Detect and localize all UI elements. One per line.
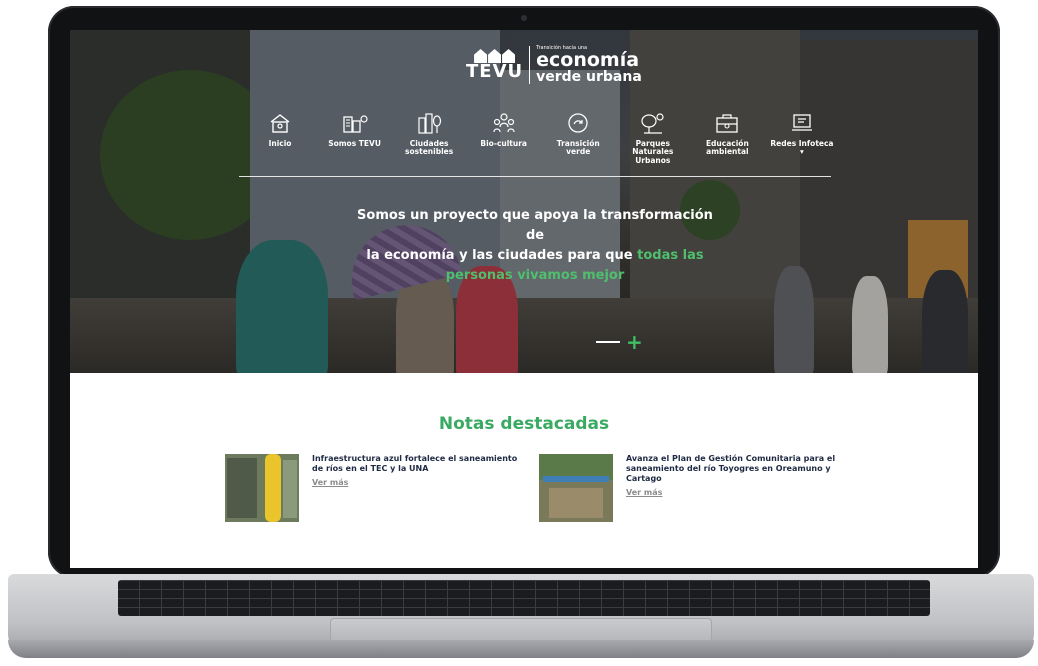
logo-divider — [529, 46, 531, 84]
nav-label: Educación ambiental — [705, 139, 749, 157]
hero-headline: Somos un proyecto que apoya la transform… — [350, 206, 720, 286]
park-icon — [640, 112, 666, 134]
hero-line-2a: la economía y las ciudades para que — [366, 248, 638, 263]
nav-item-bio-cultura[interactable]: Bio-cultura — [470, 112, 538, 172]
nav-divider — [239, 176, 831, 177]
city-tree-icon — [416, 112, 442, 134]
keyboard — [118, 580, 930, 616]
note-thumbnail[interactable] — [539, 454, 613, 522]
nav-label: Transición verde — [556, 139, 600, 157]
site-logo[interactable]: TEVU Transición hacia una economía verde… — [466, 42, 646, 88]
nav-item-educacion-ambiental[interactable]: Educación ambiental — [693, 112, 761, 172]
plus-icon[interactable]: + — [626, 332, 643, 352]
houses-icon — [474, 49, 516, 63]
recycle-icon — [565, 112, 591, 134]
main-nav: Inicio Somos TEVU Ciudades sostenibles B… — [246, 112, 836, 172]
hero-line-2b: todas las — [637, 248, 704, 263]
nav-item-parques-naturales-urbanos[interactable]: Parques Naturales Urbanos — [619, 112, 687, 172]
laptop-lip — [8, 640, 1034, 658]
nav-label: Inicio — [268, 139, 292, 148]
logo-mark: TEVU — [466, 49, 523, 81]
logo-tagline-mid: verde urbana — [536, 69, 642, 85]
hero-banner: TEVU Transición hacia una economía verde… — [70, 30, 978, 373]
trackpad — [330, 618, 712, 642]
nav-label: Redes Infoteca ▾ — [770, 139, 834, 157]
network-icon — [789, 112, 815, 134]
note-title[interactable]: Avanza el Plan de Gestión Comunitaria pa… — [626, 454, 840, 484]
buildings-icon — [342, 112, 368, 134]
nav-label: Somos TEVU — [328, 139, 381, 148]
nav-item-transicion-verde[interactable]: Transición verde — [544, 112, 612, 172]
hero-line-1: Somos un proyecto que apoya la transform… — [357, 208, 713, 243]
slider-controls: + — [596, 332, 643, 352]
home-icon — [267, 112, 293, 134]
section-title: Notas destacadas — [438, 414, 610, 434]
nav-label: Parques Naturales Urbanos — [632, 139, 674, 165]
read-more-link[interactable]: Ver más — [312, 478, 526, 487]
hero-line-3: personas vivamos mejor — [445, 268, 625, 283]
slider-dot-active[interactable] — [596, 341, 620, 343]
screen: TEVU Transición hacia una economía verde… — [70, 30, 978, 568]
nav-label: Ciudades sostenibles — [405, 139, 454, 157]
note-body: Infraestructura azul fortalece el saneam… — [312, 454, 526, 522]
people-icon — [491, 112, 517, 134]
note-title[interactable]: Infraestructura azul fortalece el saneam… — [312, 454, 526, 474]
logo-tevu-text: TEVU — [466, 61, 524, 82]
read-more-link[interactable]: Ver más — [626, 488, 840, 497]
nav-item-redes-infoteca[interactable]: Redes Infoteca ▾ — [768, 112, 836, 172]
camera-icon — [521, 15, 527, 21]
note-body: Avanza el Plan de Gestión Comunitaria pa… — [626, 454, 840, 522]
note-thumbnail[interactable] — [225, 454, 299, 522]
hero-line-2: la economía y las ciudades para que toda… — [350, 246, 720, 266]
nav-item-ciudades-sostenibles[interactable]: Ciudades sostenibles — [395, 112, 463, 172]
logo-tagline: Transición hacia una economía verde urba… — [536, 46, 642, 85]
logo-tagline-big: economía — [536, 49, 640, 71]
note-card[interactable]: Infraestructura azul fortalece el saneam… — [225, 454, 526, 522]
nav-label: Bio-cultura — [480, 139, 527, 148]
education-icon — [714, 112, 740, 134]
note-card[interactable]: Avanza el Plan de Gestión Comunitaria pa… — [539, 454, 840, 522]
nav-item-somos-tevu[interactable]: Somos TEVU — [321, 112, 389, 172]
nav-item-inicio[interactable]: Inicio — [246, 112, 314, 172]
